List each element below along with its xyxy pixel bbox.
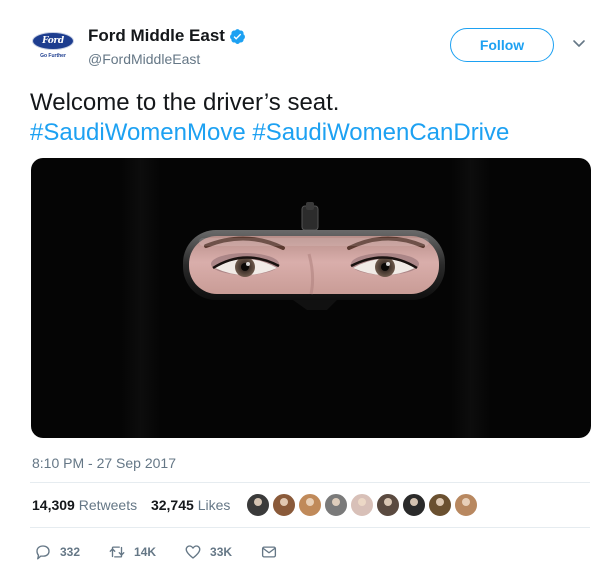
tweet-actions: 332 14K 33K <box>34 543 306 561</box>
liker-avatar[interactable] <box>350 493 374 517</box>
rearview-mirror-eyes-image <box>183 202 445 310</box>
hashtag-link[interactable]: #SaudiWomenMove <box>30 119 246 146</box>
retweet-count: 14K <box>134 545 157 559</box>
liker-avatar[interactable] <box>402 493 426 517</box>
reply-icon <box>36 545 50 560</box>
like-count: 33K <box>210 545 233 559</box>
envelope-icon <box>262 546 277 558</box>
liker-avatars <box>246 493 480 517</box>
liker-avatar[interactable] <box>272 493 296 517</box>
verified-badge-icon <box>230 28 245 44</box>
divider <box>30 527 590 528</box>
divider <box>30 482 590 483</box>
follow-button[interactable]: Follow <box>450 28 554 62</box>
liker-avatar[interactable] <box>376 493 400 517</box>
tweet-text: Welcome to the driver’s seat. #SaudiWome… <box>30 88 590 148</box>
tweet-text-line: Welcome to the driver’s seat. <box>30 89 340 116</box>
tweet-image[interactable] <box>31 158 591 438</box>
hashtag-link[interactable]: #SaudiWomenCanDrive <box>252 119 509 146</box>
reply-button[interactable]: 332 <box>34 543 80 561</box>
reply-count: 332 <box>60 545 81 559</box>
retweets-stat[interactable]: 14,309 Retweets <box>32 497 137 513</box>
retweet-button[interactable]: 14K <box>108 543 156 561</box>
direct-message-button[interactable] <box>260 543 278 561</box>
heart-icon <box>185 545 201 559</box>
liker-avatar[interactable] <box>454 493 478 517</box>
avatar-tagline: Go Further <box>40 52 66 59</box>
chevron-down-icon[interactable] <box>572 36 586 50</box>
liker-avatar[interactable] <box>324 493 348 517</box>
tweet-header: Ford Go Further Ford Middle East @FordMi… <box>30 22 590 72</box>
ford-logo-icon: Ford <box>32 31 74 50</box>
display-name[interactable]: Ford Middle East <box>88 26 246 46</box>
liker-avatar[interactable] <box>298 493 322 517</box>
retweet-icon <box>109 546 125 558</box>
like-button[interactable]: 33K <box>184 543 232 561</box>
tweet-timestamp[interactable]: 8:10 PM - 27 Sep 2017 <box>32 455 176 471</box>
user-handle[interactable]: @FordMiddleEast <box>88 51 200 67</box>
liker-avatar[interactable] <box>246 493 270 517</box>
engagement-stats: 14,309 Retweets 32,745 Likes <box>32 497 240 513</box>
likes-stat[interactable]: 32,745 Likes <box>151 497 230 513</box>
liker-avatar[interactable] <box>428 493 452 517</box>
avatar[interactable]: Ford Go Further <box>30 22 76 68</box>
